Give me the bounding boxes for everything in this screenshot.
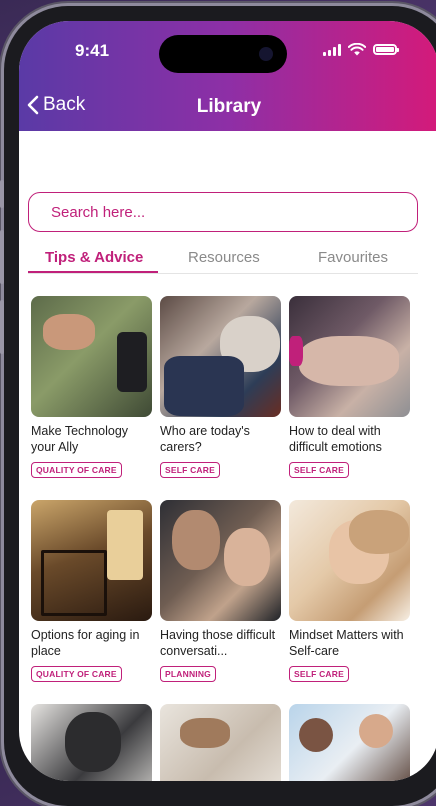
article-tag: SELF CARE (289, 666, 349, 682)
battery-icon (373, 44, 399, 55)
tab-tips-advice[interactable]: Tips & Advice (45, 249, 143, 266)
article-image (31, 500, 152, 621)
article-title: Mindset Matters with Self-care (289, 628, 404, 658)
dynamic-island (159, 35, 287, 73)
article-tag: QUALITY OF CARE (31, 462, 122, 478)
article-card[interactable]: Having those difficult conversati... PLA… (160, 500, 281, 682)
app-screen: 9:41 Back Library Tips & Advice Resource… (19, 21, 436, 781)
signal-icon (323, 43, 341, 56)
article-card[interactable]: Make Technology your Ally QUALITY OF CAR… (31, 296, 152, 478)
side-button (0, 180, 4, 208)
search-input[interactable] (49, 202, 417, 222)
active-tab-indicator (28, 271, 158, 273)
status-time: 9:41 (75, 41, 110, 60)
article-title: How to deal with difficult emotions (289, 424, 382, 454)
article-image (289, 704, 410, 781)
article-card[interactable]: Options for aging in place QUALITY OF CA… (31, 500, 152, 682)
article-image (289, 296, 410, 417)
side-button (0, 300, 4, 354)
article-image (31, 296, 152, 417)
article-title: Make Technology your Ally (31, 424, 129, 454)
side-button (0, 230, 4, 284)
article-image (160, 500, 281, 621)
article-tag: SELF CARE (160, 462, 220, 478)
search-field[interactable] (28, 192, 418, 232)
wifi-icon (348, 43, 366, 56)
tab-favourites[interactable]: Favourites (318, 249, 388, 266)
article-image (289, 500, 410, 621)
article-tag: QUALITY OF CARE (31, 666, 122, 682)
article-card[interactable] (160, 704, 281, 781)
app-header: 9:41 Back Library (19, 21, 436, 131)
article-card[interactable]: Who are today's carers? SELF CARE (160, 296, 281, 478)
article-title: Having those difficult conversati... (160, 628, 276, 658)
article-card[interactable] (289, 704, 410, 781)
article-tag: SELF CARE (289, 462, 349, 478)
article-image (31, 704, 152, 781)
article-image (160, 296, 281, 417)
article-card[interactable]: How to deal with difficult emotions SELF… (289, 296, 410, 478)
page-title: Library (196, 96, 262, 117)
article-card[interactable]: Mindset Matters with Self-care SELF CARE (289, 500, 410, 682)
article-image (160, 704, 281, 781)
article-card[interactable] (31, 704, 152, 781)
tab-bar: Tips & Advice Resources Favourites (28, 247, 418, 274)
article-title: Options for aging in place (31, 628, 140, 658)
status-icons (323, 43, 399, 56)
tab-resources[interactable]: Resources (188, 249, 260, 266)
article-title: Who are today's carers? (160, 424, 250, 454)
article-tag: PLANNING (160, 666, 216, 682)
